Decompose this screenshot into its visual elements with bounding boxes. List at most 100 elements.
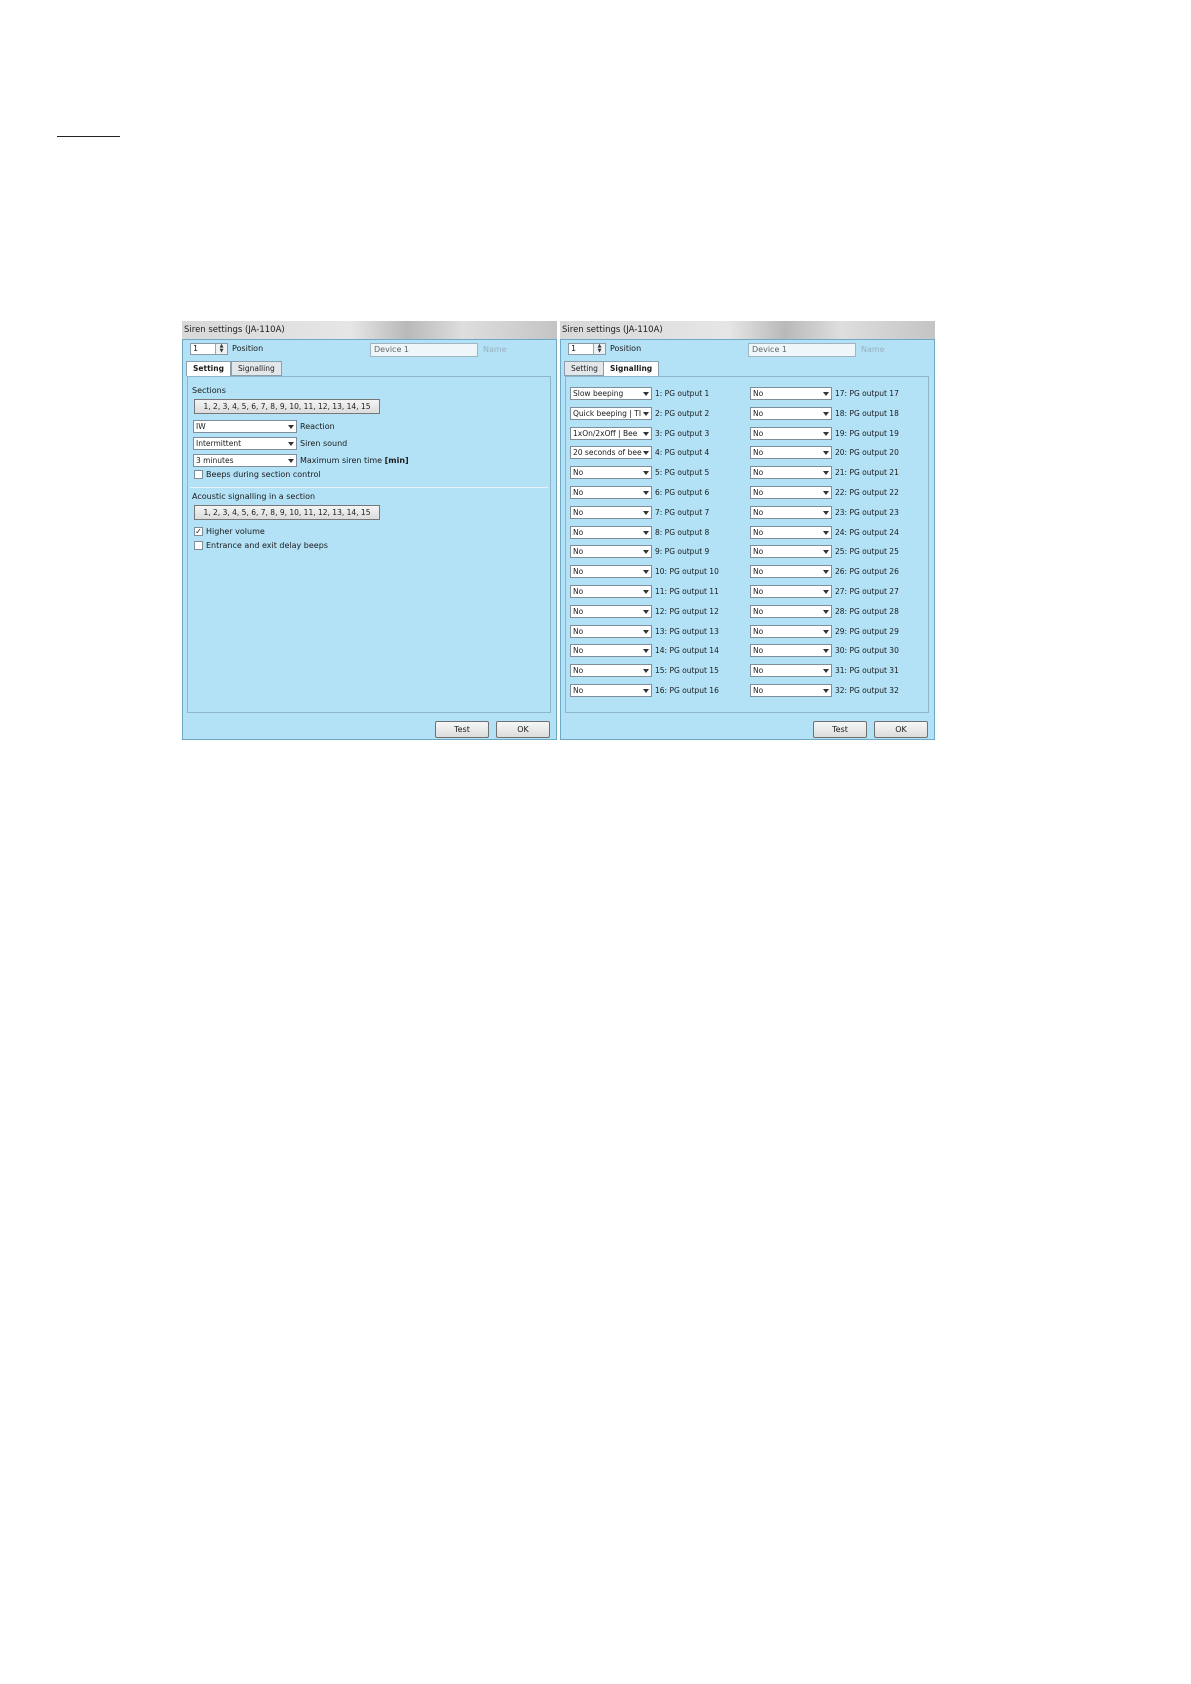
pg-output-select[interactable]: No [750, 604, 832, 618]
window-client: 1 ▲ ▼ Position Device 1 Name Setting Sign… [182, 339, 557, 740]
tab-setting[interactable]: Setting [186, 361, 231, 377]
ok-button[interactable]: OK [874, 721, 928, 738]
entrance-exit-beeps-checkbox[interactable] [194, 541, 203, 550]
pg-output-select[interactable]: No [570, 545, 652, 559]
pg-output-select[interactable]: No [570, 466, 652, 480]
tab-signalling-pg[interactable]: Signalling PG [231, 361, 282, 387]
pg-output-value: Quick beeping | TI [573, 408, 642, 418]
pg-output-value: No [753, 527, 764, 537]
test-button[interactable]: Test [435, 721, 489, 738]
spinner-arrows-icon[interactable]: ▲ ▼ [593, 344, 605, 354]
pg-output-label: 6: PG output 6 [655, 488, 710, 497]
chevron-down-icon [823, 570, 829, 575]
window-title: Siren settings (JA-110A) [560, 321, 935, 339]
pg-output-value: No [573, 587, 584, 596]
pg-output-select[interactable]: No [750, 486, 832, 499]
pg-output-select[interactable]: No [750, 585, 832, 598]
pg-output-value: No [753, 507, 764, 517]
acoustic-sections-button[interactable]: 1, 2, 3, 4, 5, 6, 7, 8, 9, 10, 11, 12, 1… [194, 505, 380, 520]
device-toolbar: 1 ▲ ▼ Position Device 1 Name [561, 340, 934, 358]
pg-output-select[interactable]: No [570, 585, 652, 598]
position-value: 1 [571, 344, 577, 353]
pg-output-select[interactable]: No [750, 644, 832, 658]
pg-output-select[interactable]: No [750, 426, 832, 440]
pg-output-select[interactable]: No [750, 466, 832, 480]
position-value: 1 [193, 344, 199, 353]
pg-output-label: 31: PG output 31 [835, 666, 899, 676]
pg-output-value: No [753, 666, 764, 676]
siren-sound-value: Intermittent [196, 439, 242, 448]
pg-output-select[interactable]: No [750, 684, 832, 697]
pg-output-select[interactable]: No [570, 486, 652, 499]
reaction-value: IW [196, 422, 206, 431]
reaction-label: Reaction [300, 422, 335, 431]
pg-output-select[interactable]: Quick beeping | TI [570, 406, 652, 420]
chevron-down-icon [643, 451, 649, 456]
pg-output-select[interactable]: No [750, 525, 832, 539]
chevron-down-icon [643, 491, 649, 495]
pg-output-value: Slow beeping [573, 389, 624, 398]
pg-output-select[interactable]: No [750, 664, 832, 678]
ok-button[interactable]: OK [496, 721, 550, 738]
pg-output-select[interactable]: No [570, 684, 652, 697]
pg-output-label: 2: PG output 2 [655, 408, 710, 418]
pg-output-label: 1: PG output 1 [655, 389, 710, 398]
spinner-arrows-icon[interactable]: ▲ ▼ [215, 344, 227, 354]
pg-output-select[interactable]: Slow beeping [570, 387, 652, 400]
pg-output-value: 20 seconds of bee [573, 448, 642, 458]
chevron-down-icon [823, 629, 829, 634]
pg-output-select[interactable]: No [570, 644, 652, 658]
sections-button[interactable]: 1, 2, 3, 4, 5, 6, 7, 8, 9, 10, 11, 12, 1… [194, 399, 380, 414]
pg-output-select[interactable]: No [570, 525, 652, 539]
pg-output-value: No [573, 606, 584, 616]
pg-output-value: No [753, 587, 764, 596]
tab-setting[interactable]: Setting [564, 361, 605, 376]
pg-output-select[interactable]: No [570, 505, 652, 519]
device-toolbar: 1 ▲ ▼ Position Device 1 Name [183, 340, 556, 358]
chevron-down-icon [823, 649, 829, 654]
reaction-select[interactable]: IW [193, 420, 297, 433]
beeps-section-control-checkbox[interactable] [194, 470, 203, 479]
higher-volume-checkbox[interactable]: ✓ [194, 527, 203, 536]
pg-output-value: No [573, 488, 584, 497]
pg-output-label: 20: PG output 20 [835, 448, 899, 458]
tab-signalling-pg[interactable]: Signalling PG [603, 361, 660, 387]
chevron-down-icon [823, 451, 829, 456]
pg-output-value: No [753, 488, 764, 497]
window-client: 1 ▲ ▼ Position Device 1 Name Setting Sign… [560, 339, 935, 740]
pg-output-select[interactable]: No [750, 624, 832, 638]
pg-output-select[interactable]: No [570, 624, 652, 638]
pg-output-label: 8: PG output 8 [655, 527, 710, 537]
pg-output-select[interactable]: No [570, 664, 652, 678]
pg-output-label: 14: PG output 14 [655, 646, 719, 656]
pg-output-select[interactable]: 1xOn/2xOff | Bee [570, 426, 652, 440]
pg-output-label: 25: PG output 25 [835, 547, 899, 557]
pg-output-select[interactable]: No [750, 505, 832, 519]
siren-sound-select[interactable]: Intermittent [193, 437, 297, 450]
pg-output-select[interactable]: No [750, 545, 832, 559]
divider [190, 487, 548, 488]
pg-output-select[interactable]: No [570, 604, 652, 618]
pg-output-select[interactable]: No [750, 565, 832, 579]
pg-output-select[interactable]: No [750, 387, 832, 400]
pg-output-value: No [753, 626, 764, 636]
max-siren-time-select[interactable]: 3 minutes [193, 454, 297, 467]
pg-output-label: 22: PG output 22 [835, 488, 899, 497]
position-spinner[interactable]: 1 ▲ ▼ [190, 343, 228, 355]
pg-output-select[interactable]: No [750, 446, 832, 460]
heading-underline [57, 136, 120, 137]
pg-output-select[interactable]: 20 seconds of bee [570, 446, 652, 460]
position-spinner[interactable]: 1 ▲ ▼ [568, 343, 606, 355]
chevron-down-icon [643, 649, 649, 654]
setting-panel: Sections 1, 2, 3, 4, 5, 6, 7, 8, 9, 10, … [187, 376, 551, 713]
higher-volume-label: Higher volume [206, 527, 265, 536]
device-name-field[interactable]: Device 1 [370, 343, 478, 357]
test-button[interactable]: Test [813, 721, 867, 738]
pg-output-label: 9: PG output 9 [655, 547, 710, 557]
pg-output-select[interactable]: No [570, 565, 652, 579]
pg-output-select[interactable]: No [750, 406, 832, 420]
position-label: Position [610, 344, 642, 353]
pg-output-label: 18: PG output 18 [835, 408, 899, 418]
pg-output-label: 11: PG output 11 [655, 587, 719, 596]
device-name-field[interactable]: Device 1 [748, 343, 856, 357]
